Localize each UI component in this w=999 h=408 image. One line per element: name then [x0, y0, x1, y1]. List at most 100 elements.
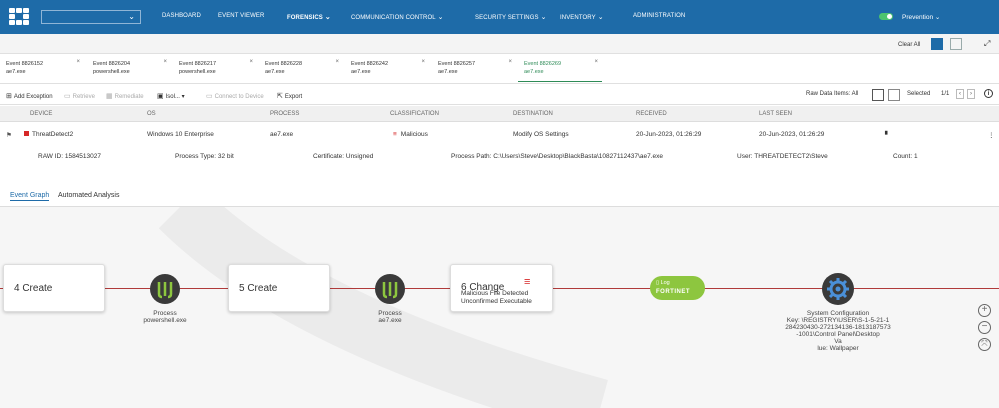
close-icon[interactable]: × [249, 58, 253, 66]
close-icon[interactable]: × [335, 58, 339, 66]
nav-inventory[interactable]: INVENTORY ⌄ [560, 13, 604, 21]
nav-security-label: SECURITY SETTINGS [475, 15, 539, 21]
chevron-down-icon: ⌄ [324, 14, 331, 21]
table-row[interactable]: ⚑ ThreatDetect2 Windows 10 Enterprise ae… [0, 123, 999, 145]
classification-label: Malicious [400, 131, 428, 138]
event-node-4[interactable]: 4 Create [3, 264, 105, 312]
event-tab[interactable]: Event 8826204 powershell.exe × [87, 58, 171, 82]
table-view-icon[interactable] [872, 89, 884, 101]
process-node-ae7[interactable] [375, 274, 405, 304]
device-name: ThreatDetect2 [32, 131, 74, 138]
expand-icon[interactable]: ⤢ [984, 39, 990, 49]
caret-down-icon: ▾ [181, 94, 185, 100]
nav-event-viewer[interactable]: EVENT VIEWER [218, 13, 264, 19]
close-icon[interactable]: × [76, 58, 80, 66]
zoom-in-icon[interactable]: + [978, 304, 991, 317]
event-tab[interactable]: Event 8826242 ae7.exe × [345, 58, 429, 82]
selected-label: Selected [907, 91, 931, 97]
tab-event-graph[interactable]: Event Graph [10, 192, 50, 201]
info-icon[interactable]: i [984, 89, 993, 98]
col-device[interactable]: DEVICE [30, 111, 52, 117]
nav-security-settings[interactable]: SECURITY SETTINGS ⌄ [475, 13, 547, 21]
event-node-detail: Unconfirmed Executable [461, 298, 532, 305]
fit-to-screen-icon[interactable]: ⤧ [978, 338, 991, 351]
event-tab-process: ae7.exe [438, 69, 458, 75]
os-cell: Windows 10 Enterprise [147, 131, 214, 138]
prev-page-button[interactable]: ‹ [956, 89, 964, 99]
destination-cell: Modify OS Settings [513, 131, 569, 138]
log-node[interactable]: ▯ Log FORTINET [650, 276, 705, 300]
prevention-toggle[interactable] [879, 13, 893, 20]
gear-icon [827, 278, 849, 300]
event-graph-canvas[interactable]: 4 Create Process powershell.exe 5 Create … [0, 206, 999, 408]
fortinet-logo-icon[interactable] [9, 8, 29, 26]
isolate-button[interactable]: ▣ Isol... ▾ [157, 92, 185, 100]
prevention-label[interactable]: Prevention ⌄ [902, 13, 940, 21]
event-tab[interactable]: Event 8826217 powershell.exe × [173, 58, 257, 82]
nav-forensics[interactable]: FORENSICS ⌄ [287, 13, 331, 21]
event-tab[interactable]: Event 8826228 ae7.exe × [259, 58, 343, 82]
chevron-down-icon: ⌄ [437, 14, 444, 21]
event-tab-id: Event 8826269 [524, 61, 562, 67]
event-tab[interactable]: Event 8826152 ae7.exe × [0, 58, 84, 82]
process-node-label: Process ae7.exe [355, 310, 425, 324]
export-button[interactable]: ⇱ Export [277, 92, 302, 100]
event-tab-id: Event 8826228 [265, 61, 303, 67]
event-node-detail: Malicious File Detected [461, 290, 529, 297]
export-icon: ⇱ [277, 93, 283, 100]
event-node-6[interactable]: 6 Change ≡ Malicious File Detected Uncon… [450, 264, 553, 312]
nav-administration[interactable]: ADMINISTRATION [633, 13, 685, 19]
malicious-icon: ≡ [393, 131, 397, 138]
page-indicator: 1/1 [941, 91, 950, 97]
event-tab-id: Event 8826204 [93, 61, 131, 67]
retrieve-label: Retrieve [72, 94, 95, 100]
process-node-type: Process [378, 310, 402, 317]
remediate-button[interactable]: ▦ Remediate [106, 92, 144, 100]
col-process[interactable]: PROCESS [270, 111, 299, 117]
process-node-name: ae7.exe [378, 317, 402, 324]
top-nav: ⌄ DASHBOARD EVENT VIEWER FORENSICS ⌄ COMM… [0, 0, 999, 34]
prevention-text: Prevention [902, 14, 934, 21]
process-node-powershell[interactable] [150, 274, 180, 304]
raw-id: RAW ID: 1584513027 [38, 153, 101, 160]
received-cell: 20-Jun-2023, 01:26:29 [636, 131, 702, 138]
col-received[interactable]: RECEIVED [636, 111, 667, 117]
system-config-node[interactable] [822, 273, 854, 305]
flag-icon[interactable]: ⚑ [6, 131, 12, 139]
chevron-down-icon: ⌄ [540, 14, 547, 21]
close-icon[interactable]: × [594, 58, 598, 66]
device-cell: ThreatDetect2 [24, 131, 73, 138]
col-classification[interactable]: CLASSIFICATION [390, 111, 439, 117]
connect-to-device-button[interactable]: ▭ Connect to Device [206, 92, 264, 100]
col-destination[interactable]: DESTINATION [513, 111, 553, 117]
retrieve-button[interactable]: ▭ Retrieve [64, 92, 95, 100]
process-icon [157, 282, 173, 299]
nav-dashboard[interactable]: DASHBOARD [162, 13, 201, 19]
event-tab-active[interactable]: Event 8826269 ae7.exe × [518, 58, 602, 82]
event-tab-process: ae7.exe [6, 69, 26, 75]
event-node-label: 5 Create [239, 283, 278, 294]
next-page-button[interactable]: › [967, 89, 975, 99]
event-tabs: Event 8826152 ae7.exe × Event 8826204 power… [0, 54, 999, 84]
more-icon[interactable]: ⋮ [988, 131, 995, 139]
nav-communication-control[interactable]: COMMUNICATION CONTROL ⌄ [351, 13, 444, 21]
retrieve-icon: ▭ [64, 93, 71, 100]
event-tab[interactable]: Event 8826257 ae7.exe × [432, 58, 516, 82]
check-view-icon[interactable] [888, 89, 900, 101]
document-icon[interactable]: ▘ [885, 131, 890, 139]
close-icon[interactable]: × [508, 58, 512, 66]
close-icon[interactable]: × [421, 58, 425, 66]
status-dot-icon [24, 131, 29, 136]
organization-dropdown[interactable]: ⌄ [41, 10, 141, 24]
event-node-5[interactable]: 5 Create [228, 264, 330, 312]
tab-automated-analysis[interactable]: Automated Analysis [58, 192, 119, 199]
clear-all-button[interactable]: Clear All [898, 42, 920, 48]
col-last-seen[interactable]: LAST SEEN [759, 111, 792, 117]
add-exception-button[interactable]: ⊞ Add Exception [6, 92, 53, 100]
zoom-out-icon[interactable]: − [978, 321, 991, 334]
process-node-label: Process powershell.exe [130, 310, 200, 324]
graph-view-icon[interactable] [931, 38, 943, 50]
close-icon[interactable]: × [163, 58, 167, 66]
col-os[interactable]: OS [147, 111, 156, 117]
list-view-icon[interactable] [950, 38, 962, 50]
